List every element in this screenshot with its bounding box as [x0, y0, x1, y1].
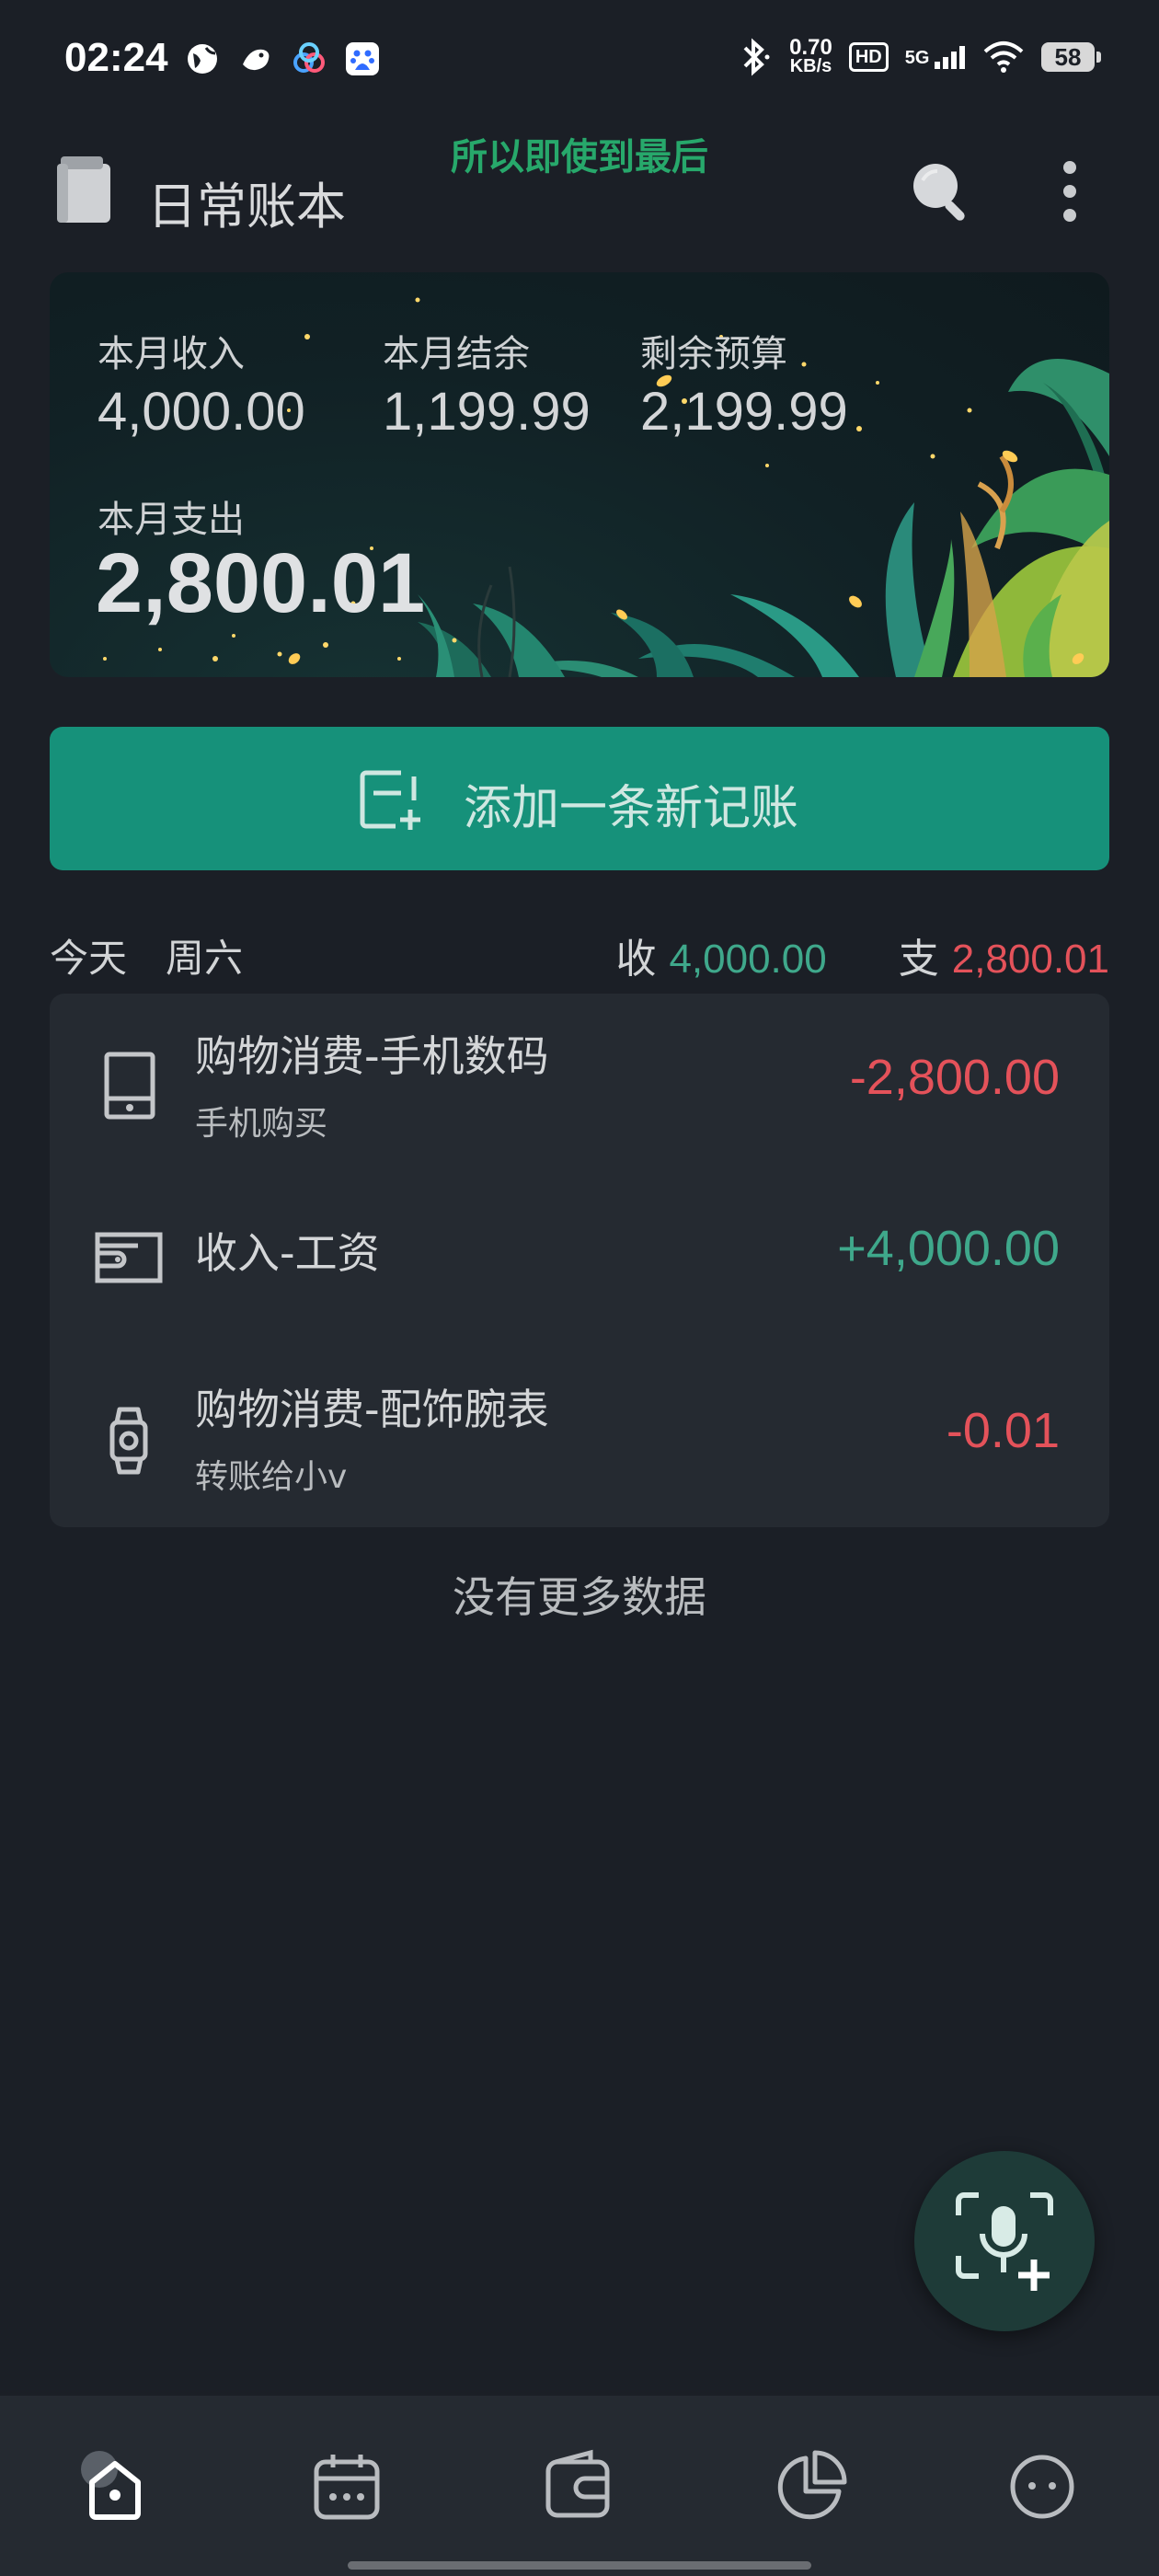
- bottom-navigation: [0, 2396, 1159, 2576]
- signal-bars-icon: [935, 46, 965, 69]
- budget-label: 剩余预算: [640, 333, 787, 375]
- app-title: 日常账本: [147, 178, 346, 236]
- transaction-title: 收入-工资: [195, 1228, 380, 1278]
- day-income-total: 4,000.00: [669, 937, 827, 982]
- wallet-icon[interactable]: [537, 2445, 620, 2528]
- transaction-title: 购物消费-手机数码: [195, 1031, 549, 1081]
- voice-add-button[interactable]: [914, 2151, 1095, 2331]
- add-record-label: 添加一条新记账: [464, 781, 799, 836]
- calendar-icon[interactable]: [305, 2445, 388, 2528]
- status-time: 02:24: [64, 35, 168, 80]
- day-group-header: 今天 周六 收 4,000.00 支 2,800.01: [50, 920, 1109, 984]
- transaction-amount: +4,000.00: [837, 1221, 1060, 1276]
- list-item[interactable]: 购物消费-手机数码 手机购买 -2,800.00: [50, 994, 1109, 1168]
- expense-value: 2,800.01: [96, 536, 426, 630]
- budget-value: 2,199.99: [640, 382, 848, 442]
- list-item[interactable]: 购物消费-配饰腕表 转账给小v -0.01: [50, 1352, 1109, 1527]
- cloud-app-icon: [293, 42, 325, 73]
- income-value: 4,000.00: [98, 382, 305, 442]
- day-expense-total: 2,800.01: [951, 937, 1109, 982]
- income-prefix: 收: [615, 936, 657, 983]
- add-note-icon: [360, 770, 420, 830]
- bluetooth-icon: [743, 38, 770, 76]
- no-more-data-text: 没有更多数据: [453, 1572, 706, 1622]
- weekday-label: 周六: [166, 936, 244, 981]
- more-options-icon[interactable]: [1039, 156, 1100, 226]
- battery-indicator: 58: [1041, 42, 1101, 72]
- app-screen: 02:24 0.70 KB/s HD 5G 58 所以即使到最后 日常账本 本月…: [0, 0, 1159, 2576]
- transaction-note: 手机购买: [195, 1105, 328, 1143]
- day-totals: 收 4,000.00 支 2,800.01: [615, 926, 1109, 984]
- notification-icons: [184, 40, 381, 77]
- wallet-cash-icon: [95, 1232, 163, 1283]
- transaction-amount: -2,800.00: [849, 1050, 1060, 1105]
- wifi-icon: [983, 41, 1024, 73]
- status-bar: 02:24 0.70 KB/s HD 5G 58: [0, 0, 1159, 120]
- bird-app-icon: [243, 49, 270, 71]
- ledger-book-icon[interactable]: [55, 155, 112, 224]
- transaction-list: 购物消费-手机数码 手机购买 -2,800.00 收入-工资 +4,000.00…: [50, 994, 1109, 1527]
- monthly-summary-banner: 本月收入 4,000.00 本月结余 1,199.99 剩余预算 2,199.9…: [50, 272, 1109, 677]
- home-indicator: [348, 2561, 811, 2570]
- balance-value: 1,199.99: [383, 382, 591, 442]
- expense-prefix: 支: [898, 936, 939, 983]
- transaction-note: 转账给小v: [195, 1458, 348, 1496]
- chart-pie-icon[interactable]: [769, 2445, 852, 2528]
- add-record-button[interactable]: 添加一条新记账: [50, 727, 1109, 870]
- tablet-icon: [104, 1052, 155, 1120]
- mic-plus-icon: [956, 2192, 1053, 2291]
- baidu-app-icon: [346, 42, 379, 75]
- balance-label: 本月结余: [383, 333, 530, 375]
- income-label: 本月收入: [98, 333, 245, 375]
- transaction-title: 购物消费-配饰腕表: [195, 1385, 549, 1434]
- transaction-amount: -0.01: [946, 1403, 1060, 1458]
- list-item[interactable]: 收入-工资 +4,000.00: [50, 1172, 1109, 1347]
- system-status-icons: 0.70 KB/s HD 5G 58: [736, 35, 1101, 77]
- hd-badge: HD: [848, 42, 889, 72]
- day-label: 今天: [50, 936, 128, 981]
- search-icon[interactable]: [906, 156, 976, 226]
- watch-icon: [109, 1407, 148, 1475]
- app-bar: 日常账本: [0, 147, 1159, 239]
- network-speed: 0.70 KB/s: [789, 35, 832, 76]
- home-icon[interactable]: [74, 2445, 156, 2528]
- signal-strength: 5G: [905, 45, 966, 69]
- profile-face-icon[interactable]: [1001, 2445, 1084, 2528]
- globe-icon: [188, 44, 217, 74]
